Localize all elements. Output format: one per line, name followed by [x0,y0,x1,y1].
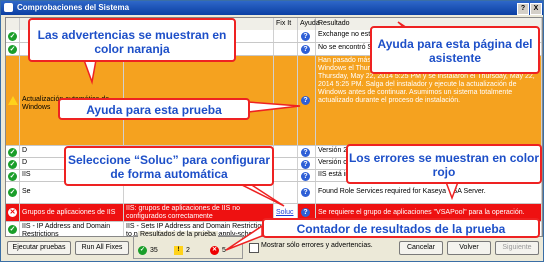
title-bar: Comprobaciones del Sistema ? X [1,1,543,15]
fixit-cell [274,30,298,42]
status-cell: ✓ [6,30,20,42]
check-cell: IIS - IP Address and Domain Restrictions [20,222,124,236]
back-button[interactable]: Volver [447,241,491,255]
help-cell[interactable]: ? [298,56,316,145]
callout-wizard-help: Ayuda para esta página del asistente [370,26,540,74]
status-cell: ✓ [6,146,20,157]
title-help-button[interactable]: ? [517,3,529,15]
help-cell[interactable]: ? [298,170,316,181]
header-fix[interactable]: Fix It [274,18,298,30]
fixit-cell [274,182,298,203]
fixit-cell [274,43,298,55]
help-cell[interactable]: ? [298,30,316,42]
help-cell[interactable]: ? [298,43,316,55]
header-status [6,18,20,30]
cancel-button[interactable]: Cancelar [399,241,443,255]
help-icon[interactable]: ? [301,160,310,169]
warning-count-value: 2 [186,247,190,254]
status-cell: ✓ [6,170,20,181]
fixit-cell [274,158,298,169]
result-cell: Found Role Services required for Kaseya … [316,182,542,203]
help-icon[interactable]: ? [301,172,310,181]
ok-icon: ✓ [8,45,17,54]
error-count-value: 5 [222,247,226,254]
status-cell: ✓ [6,43,20,55]
show-errors-only-label: Mostrar sólo errores y advertencias. [261,242,373,249]
warning-icon: ! [174,246,183,255]
callout-fix: Seleccione “Soluc” para configurar de fo… [64,146,274,186]
fix-link[interactable]: Soluc [276,209,294,216]
help-icon[interactable]: ? [301,148,310,157]
help-cell[interactable]: ? [298,146,316,157]
results-label: Resultados de la prueba [138,231,218,238]
fixit-cell [274,56,298,145]
fixit-cell [274,146,298,157]
ok-icon: ✓ [8,160,17,169]
fixit-cell [274,170,298,181]
window-title: Comprobaciones del Sistema [17,3,130,12]
status-cell [6,56,20,145]
header-help[interactable]: Ayuda [298,18,320,30]
callout-warnings: Las advertencias se muestran en color na… [28,18,236,62]
status-cell: ✓ [6,158,20,169]
help-icon[interactable]: ? [301,208,310,217]
status-cell: ✕ [6,204,20,221]
callout-errors: Los errores se muestran en color rojo [346,144,542,184]
help-icon[interactable]: ? [301,96,310,105]
help-cell[interactable]: ? [298,182,316,203]
error-icon: ✕ [210,246,219,255]
ok-icon: ✓ [8,32,17,41]
ok-icon: ✓ [8,172,17,181]
help-icon[interactable]: ? [301,32,310,41]
run-tests-button[interactable]: Ejecutar pruebas [7,241,71,255]
run-all-fixes-button[interactable]: Run All Fixes [75,241,129,255]
fix-cell: IIS: grupos de aplicaciones de IIS no co… [124,204,274,221]
error-icon: ✕ [8,208,17,217]
app-icon [4,3,13,12]
ok-icon: ✓ [8,188,17,197]
warning-icon [8,96,18,105]
status-cell: ✓ [6,222,20,236]
results-counter: Resultados de la prueba ✓ 35 ! 2 ✕ 5 [133,231,243,259]
next-button[interactable]: Siguiente [495,241,539,255]
close-button[interactable]: X [530,3,542,15]
check-cell: Grupos de aplicaciones de IIS [20,204,124,221]
ok-icon: ✓ [8,225,17,234]
help-icon[interactable]: ? [301,188,310,197]
callout-test-help: Ayuda para esta prueba [58,98,250,120]
ok-icon: ✓ [8,148,17,157]
status-cell: ✓ [6,182,20,203]
callout-counter: Contador de resultados de la prueba [262,218,540,238]
ok-count-value: 35 [150,247,158,254]
show-errors-only-checkbox[interactable] [249,243,259,253]
help-cell[interactable]: ? [298,158,316,169]
help-icon[interactable]: ? [301,45,310,54]
ok-icon: ✓ [138,246,147,255]
